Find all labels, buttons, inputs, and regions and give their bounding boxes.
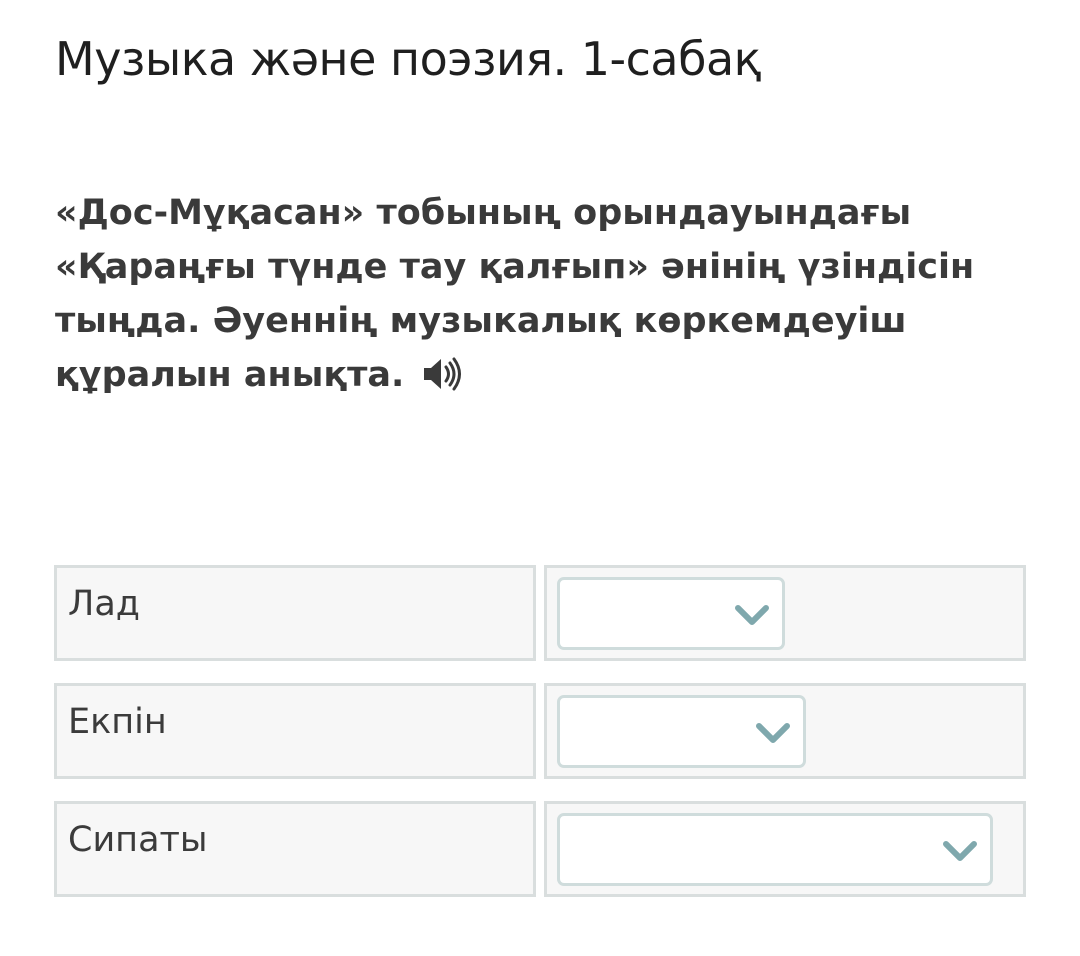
page-title: Музыка және поэзия. 1-сабақ (55, 32, 761, 86)
answer-dropdown[interactable] (557, 695, 806, 768)
row-label-cell: Екпін (54, 683, 536, 779)
question-line-4-text: құралын анықта. (55, 355, 405, 395)
chevron-down-icon (734, 602, 770, 628)
chevron-down-icon (942, 838, 978, 864)
speaker-icon[interactable] (422, 354, 462, 391)
question-line-3: тыңда. Әуеннің музыкалық көркемдеуіш (55, 301, 907, 341)
matching-row: Екпін (54, 683, 1026, 779)
question-line-1: «Дос-Мұқасан» тобының орындауындағы (55, 193, 912, 233)
matching-row: Лад (54, 565, 1026, 661)
row-answer-cell (544, 801, 1026, 897)
chevron-down-icon (755, 720, 791, 746)
answer-dropdown[interactable] (557, 577, 785, 650)
answer-dropdown[interactable] (557, 813, 993, 886)
question-line-4: құралын анықта. (55, 348, 1015, 402)
row-label: Екпін (68, 702, 167, 742)
matching-row: Сипаты (54, 801, 1026, 897)
question-line-2: «Қараңғы түнде тау қалғып» әнінің үзінді… (55, 247, 975, 287)
row-label: Сипаты (68, 820, 208, 860)
row-answer-cell (544, 683, 1026, 779)
row-label-cell: Лад (54, 565, 536, 661)
lesson-page: Музыка және поэзия. 1-сабақ «Дос-Мұқасан… (0, 0, 1080, 956)
row-answer-cell (544, 565, 1026, 661)
row-label-cell: Сипаты (54, 801, 536, 897)
question-text: «Дос-Мұқасан» тобының орындауындағы «Қар… (55, 186, 1015, 402)
row-label: Лад (68, 584, 140, 624)
